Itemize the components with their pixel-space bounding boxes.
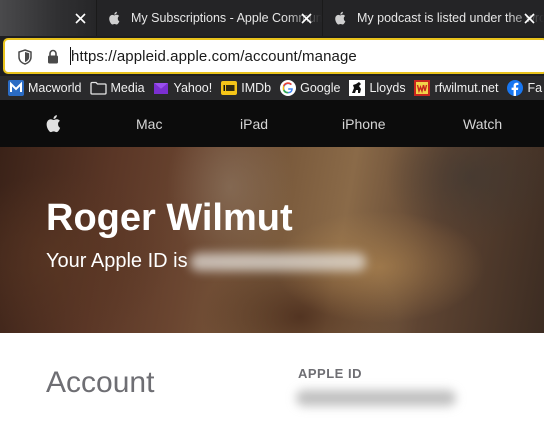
bookmark-label: Lloyds xyxy=(369,81,406,95)
browser-tab[interactable]: My Subscriptions - Apple Community xyxy=(96,0,322,36)
redacted-apple-id-value xyxy=(296,390,456,406)
close-tab-icon[interactable] xyxy=(299,11,313,25)
macworld-icon xyxy=(7,80,24,97)
bookmark-lloyds[interactable]: Lloyds xyxy=(348,80,406,97)
facebook-icon xyxy=(506,80,523,97)
lock-icon[interactable] xyxy=(47,49,59,69)
close-tab-icon[interactable] xyxy=(522,11,536,25)
apple-id-label: APPLE ID xyxy=(298,366,362,381)
account-hero-banner: Roger Wilmut Your Apple ID is xyxy=(0,147,544,333)
bookmark-yahoo[interactable]: Yahoo! xyxy=(153,80,213,97)
apple-id-intro: Your Apple ID is xyxy=(46,250,188,272)
yahoo-icon xyxy=(153,80,170,97)
tab-strip: My Subscriptions - Apple Community My po… xyxy=(0,0,544,36)
bookmark-label: rfwilmut.net xyxy=(434,81,499,95)
bookmark-facebook[interactable]: Fa xyxy=(506,80,542,97)
apple-logo-icon[interactable] xyxy=(45,114,61,138)
bookmark-label: IMDb xyxy=(241,81,272,95)
navigation-toolbar: https://appleid.apple.com/account/manage xyxy=(0,36,544,76)
bookmark-label: Media xyxy=(110,81,145,95)
bookmark-label: Macworld xyxy=(28,81,82,95)
tab-title: My Subscriptions - Apple Community xyxy=(131,11,322,25)
tab-title: My podcast is listed under the wrong xyxy=(357,11,544,25)
bookmark-label: Google xyxy=(300,81,341,95)
folder-icon xyxy=(89,80,107,97)
bookmark-media[interactable]: Media xyxy=(89,80,145,97)
bookmark-google[interactable]: Google xyxy=(279,80,340,97)
lloyds-icon xyxy=(348,80,365,97)
nav-item-iphone[interactable]: iPhone xyxy=(342,116,386,132)
bookmark-label: Fa xyxy=(527,81,543,95)
redacted-apple-id xyxy=(190,253,366,271)
url-text[interactable]: https://appleid.apple.com/account/manage xyxy=(71,48,357,65)
apple-icon xyxy=(334,11,348,25)
browser-tab[interactable] xyxy=(0,0,96,36)
nav-item-watch[interactable]: Watch xyxy=(463,116,502,132)
imdb-icon xyxy=(220,80,237,97)
rfwilmut-icon xyxy=(414,80,431,97)
apple-icon xyxy=(108,11,122,25)
bookmark-rfwilmut[interactable]: rfwilmut.net xyxy=(414,80,499,97)
google-icon xyxy=(279,80,296,97)
account-section-title: Account xyxy=(46,366,155,399)
shield-icon[interactable] xyxy=(18,49,32,70)
bookmark-macworld[interactable]: Macworld xyxy=(7,80,82,97)
nav-item-ipad[interactable]: iPad xyxy=(240,116,268,132)
apple-global-nav: Mac iPad iPhone Watch xyxy=(0,100,544,147)
bookmarks-bar: Macworld Media Yahoo! IMDb Google Lloyds xyxy=(0,76,544,100)
address-bar[interactable]: https://appleid.apple.com/account/manage xyxy=(3,38,544,74)
user-name: Roger Wilmut xyxy=(46,197,293,239)
nav-item-mac[interactable]: Mac xyxy=(136,116,162,132)
bookmark-imdb[interactable]: IMDb xyxy=(220,80,271,97)
bookmark-label: Yahoo! xyxy=(173,81,213,95)
browser-tab[interactable]: My podcast is listed under the wrong xyxy=(322,0,544,36)
close-tab-icon[interactable] xyxy=(73,11,87,25)
